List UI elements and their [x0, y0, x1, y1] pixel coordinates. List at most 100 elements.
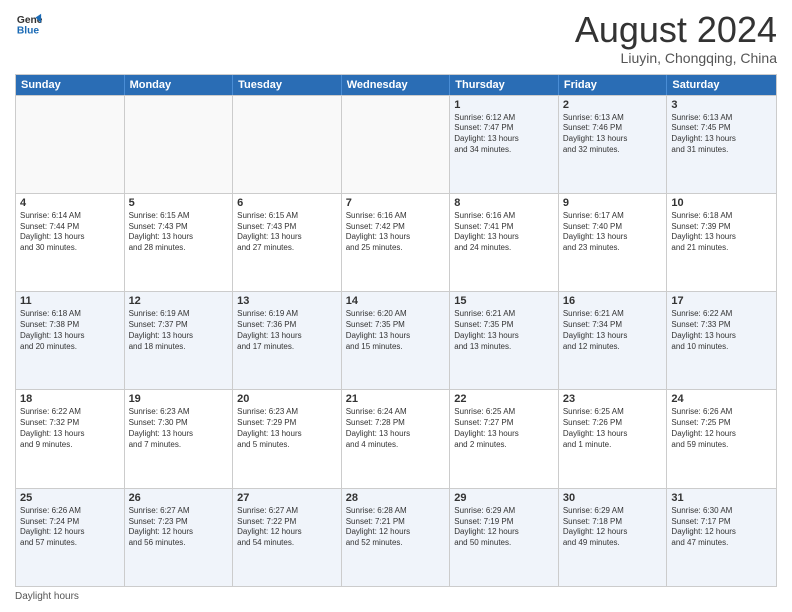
day-info-25: Sunrise: 6:26 AM Sunset: 7:24 PM Dayligh…	[20, 506, 120, 549]
logo: General Blue	[15, 10, 43, 38]
day-22: 22 Sunrise: 6:25 AM Sunset: 7:27 PM Dayli…	[450, 390, 559, 487]
day-info-29: Sunrise: 6:29 AM Sunset: 7:19 PM Dayligh…	[454, 506, 554, 549]
page: General Blue August 2024 Liuyin, Chongqi…	[0, 0, 792, 612]
day-number-29: 29	[454, 492, 554, 504]
day-2: 2 Sunrise: 6:13 AM Sunset: 7:46 PM Daylig…	[559, 96, 668, 193]
title-block: August 2024 Liuyin, Chongqing, China	[575, 10, 777, 66]
day-19: 19 Sunrise: 6:23 AM Sunset: 7:30 PM Dayli…	[125, 390, 234, 487]
day-info-2: Sunrise: 6:13 AM Sunset: 7:46 PM Dayligh…	[563, 113, 663, 156]
day-7: 7 Sunrise: 6:16 AM Sunset: 7:42 PM Daylig…	[342, 194, 451, 291]
day-info-17: Sunrise: 6:22 AM Sunset: 7:33 PM Dayligh…	[671, 309, 772, 352]
svg-text:Blue: Blue	[17, 25, 40, 36]
day-25: 25 Sunrise: 6:26 AM Sunset: 7:24 PM Dayli…	[16, 489, 125, 586]
logo-icon: General Blue	[15, 10, 43, 38]
day-16: 16Sunrise: 6:21 AM Sunset: 7:34 PM Dayli…	[559, 292, 668, 389]
day-number-20: 20	[237, 393, 337, 405]
week-row-2: 4 Sunrise: 6:14 AM Sunset: 7:44 PM Daylig…	[16, 193, 776, 291]
week-row-5: 25 Sunrise: 6:26 AM Sunset: 7:24 PM Dayli…	[16, 488, 776, 586]
day-info-27: Sunrise: 6:27 AM Sunset: 7:22 PM Dayligh…	[237, 506, 337, 549]
day-11: 11 Sunrise: 6:18 AM Sunset: 7:38 PM Dayli…	[16, 292, 125, 389]
day-info-22: Sunrise: 6:25 AM Sunset: 7:27 PM Dayligh…	[454, 407, 554, 450]
week-row-4: 18 Sunrise: 6:22 AM Sunset: 7:32 PM Dayli…	[16, 389, 776, 487]
day-info-15: Sunrise: 6:21 AM Sunset: 7:35 PM Dayligh…	[454, 309, 554, 352]
day-27: 27Sunrise: 6:27 AM Sunset: 7:22 PM Dayli…	[233, 489, 342, 586]
day-info-4: Sunrise: 6:14 AM Sunset: 7:44 PM Dayligh…	[20, 211, 120, 254]
day-21: 21 Sunrise: 6:24 AM Sunset: 7:28 PM Dayli…	[342, 390, 451, 487]
day-info-6: Sunrise: 6:15 AM Sunset: 7:43 PM Dayligh…	[237, 211, 337, 254]
header-sunday: Sunday	[16, 75, 125, 95]
day-number-2: 2	[563, 99, 663, 111]
day-14: 14Sunrise: 6:20 AM Sunset: 7:35 PM Dayli…	[342, 292, 451, 389]
day-info-20: Sunrise: 6:23 AM Sunset: 7:29 PM Dayligh…	[237, 407, 337, 450]
day-number-7: 7	[346, 197, 446, 209]
day-number-25: 25	[20, 492, 120, 504]
day-23: 23 Sunrise: 6:25 AM Sunset: 7:26 PM Dayli…	[559, 390, 668, 487]
day-info-28: Sunrise: 6:28 AM Sunset: 7:21 PM Dayligh…	[346, 506, 446, 549]
day-number-8: 8	[454, 197, 554, 209]
day-6: 6 Sunrise: 6:15 AM Sunset: 7:43 PM Daylig…	[233, 194, 342, 291]
day-number-6: 6	[237, 197, 337, 209]
day-info-18: Sunrise: 6:22 AM Sunset: 7:32 PM Dayligh…	[20, 407, 120, 450]
day-info-30: Sunrise: 6:29 AM Sunset: 7:18 PM Dayligh…	[563, 506, 663, 549]
day-number-26: 26	[129, 492, 229, 504]
day-info-9: Sunrise: 6:17 AM Sunset: 7:40 PM Dayligh…	[563, 211, 663, 254]
day-15: 15 Sunrise: 6:21 AM Sunset: 7:35 PM Dayli…	[450, 292, 559, 389]
day-number-30: 30	[563, 492, 663, 504]
day-18: 18 Sunrise: 6:22 AM Sunset: 7:32 PM Dayli…	[16, 390, 125, 487]
day-5: 5Sunrise: 6:15 AM Sunset: 7:43 PM Daylig…	[125, 194, 234, 291]
day-info-19: Sunrise: 6:23 AM Sunset: 7:30 PM Dayligh…	[129, 407, 229, 450]
day-1: 1 Sunrise: 6:12 AM Sunset: 7:47 PM Daylig…	[450, 96, 559, 193]
day-info-10: Sunrise: 6:18 AM Sunset: 7:39 PM Dayligh…	[671, 211, 772, 254]
day-number-9: 9	[563, 197, 663, 209]
header-monday: Monday	[125, 75, 234, 95]
day-10: 10Sunrise: 6:18 AM Sunset: 7:39 PM Dayli…	[667, 194, 776, 291]
header-friday: Friday	[559, 75, 668, 95]
day-3: 3 Sunrise: 6:13 AM Sunset: 7:45 PM Daylig…	[667, 96, 776, 193]
day-28: 28 Sunrise: 6:28 AM Sunset: 7:21 PM Dayli…	[342, 489, 451, 586]
day-17: 17 Sunrise: 6:22 AM Sunset: 7:33 PM Dayli…	[667, 292, 776, 389]
day-info-8: Sunrise: 6:16 AM Sunset: 7:41 PM Dayligh…	[454, 211, 554, 254]
day-number-11: 11	[20, 295, 120, 307]
day-20: 20 Sunrise: 6:23 AM Sunset: 7:29 PM Dayli…	[233, 390, 342, 487]
day-number-3: 3	[671, 99, 772, 111]
day-13: 13 Sunrise: 6:19 AM Sunset: 7:36 PM Dayli…	[233, 292, 342, 389]
day-info-7: Sunrise: 6:16 AM Sunset: 7:42 PM Dayligh…	[346, 211, 446, 254]
day-number-23: 23	[563, 393, 663, 405]
day-30: 30 Sunrise: 6:29 AM Sunset: 7:18 PM Dayli…	[559, 489, 668, 586]
day-number-28: 28	[346, 492, 446, 504]
day-29: 29 Sunrise: 6:29 AM Sunset: 7:19 PM Dayli…	[450, 489, 559, 586]
day-info-23: Sunrise: 6:25 AM Sunset: 7:26 PM Dayligh…	[563, 407, 663, 450]
day-12: 12Sunrise: 6:19 AM Sunset: 7:37 PM Dayli…	[125, 292, 234, 389]
calendar-header: SundayMondayTuesdayWednesdayThursdayFrid…	[16, 75, 776, 95]
header-wednesday: Wednesday	[342, 75, 451, 95]
header-tuesday: Tuesday	[233, 75, 342, 95]
empty-cell	[233, 96, 342, 193]
day-number-18: 18	[20, 393, 120, 405]
subtitle: Liuyin, Chongqing, China	[575, 50, 777, 66]
calendar: SundayMondayTuesdayWednesdayThursdayFrid…	[15, 74, 777, 587]
empty-cell	[342, 96, 451, 193]
day-number-15: 15	[454, 295, 554, 307]
day-number-1: 1	[454, 99, 554, 111]
day-number-21: 21	[346, 393, 446, 405]
day-info-11: Sunrise: 6:18 AM Sunset: 7:38 PM Dayligh…	[20, 309, 120, 352]
day-31: 31Sunrise: 6:30 AM Sunset: 7:17 PM Dayli…	[667, 489, 776, 586]
day-number-13: 13	[237, 295, 337, 307]
day-number-19: 19	[129, 393, 229, 405]
day-number-17: 17	[671, 295, 772, 307]
day-24: 24Sunrise: 6:26 AM Sunset: 7:25 PM Dayli…	[667, 390, 776, 487]
day-info-3: Sunrise: 6:13 AM Sunset: 7:45 PM Dayligh…	[671, 113, 772, 156]
empty-cell	[16, 96, 125, 193]
header-thursday: Thursday	[450, 75, 559, 95]
day-info-26: Sunrise: 6:27 AM Sunset: 7:23 PM Dayligh…	[129, 506, 229, 549]
day-info-1: Sunrise: 6:12 AM Sunset: 7:47 PM Dayligh…	[454, 113, 554, 156]
footer-note: Daylight hours	[15, 591, 777, 602]
day-number-24: 24	[671, 393, 772, 405]
day-26: 26 Sunrise: 6:27 AM Sunset: 7:23 PM Dayli…	[125, 489, 234, 586]
day-number-4: 4	[20, 197, 120, 209]
day-info-5: Sunrise: 6:15 AM Sunset: 7:43 PM Dayligh…	[129, 211, 229, 254]
day-info-13: Sunrise: 6:19 AM Sunset: 7:36 PM Dayligh…	[237, 309, 337, 352]
day-info-21: Sunrise: 6:24 AM Sunset: 7:28 PM Dayligh…	[346, 407, 446, 450]
day-number-22: 22	[454, 393, 554, 405]
header: General Blue August 2024 Liuyin, Chongqi…	[15, 10, 777, 66]
